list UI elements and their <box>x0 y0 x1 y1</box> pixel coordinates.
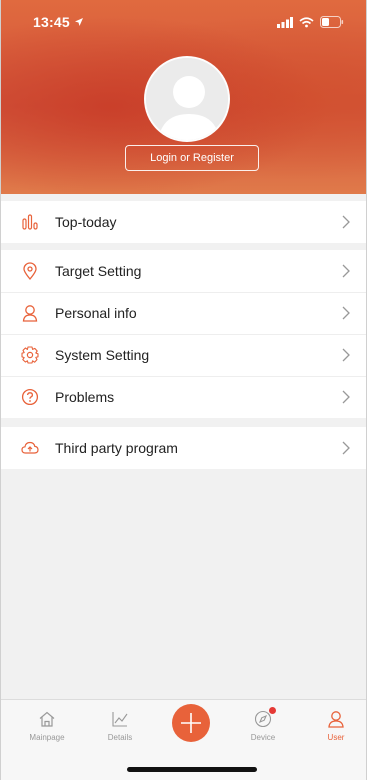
home-indicator <box>127 767 257 772</box>
tab-mainpage[interactable]: Mainpage <box>17 708 77 742</box>
cloud-upload-icon <box>21 439 39 457</box>
bar-chart-icon <box>21 213 39 231</box>
menu-item-label: Third party program <box>55 440 178 456</box>
menu-item-label: System Setting <box>55 347 150 363</box>
app-screen: 13:45 Login or Register Top-today Target… <box>0 0 367 780</box>
home-icon <box>17 708 77 730</box>
notification-badge <box>269 707 276 714</box>
menu-item-target-setting[interactable]: Target Setting <box>1 250 366 292</box>
tab-label: User <box>327 733 345 742</box>
menu-item-label: Personal info <box>55 305 137 321</box>
location-arrow-icon <box>74 18 83 26</box>
battery-icon <box>320 16 344 28</box>
tab-device[interactable]: Device <box>233 707 293 742</box>
status-time-group: 13:45 <box>33 14 84 30</box>
line-chart-icon <box>90 708 150 730</box>
login-register-button[interactable]: Login or Register <box>125 145 259 171</box>
location-pin-icon <box>21 262 39 280</box>
status-time: 13:45 <box>33 14 70 30</box>
tab-label: Device <box>250 733 276 742</box>
chevron-right-icon <box>342 215 350 229</box>
add-button[interactable] <box>172 704 210 742</box>
status-icons <box>277 16 344 28</box>
integrations-group: Third party program <box>1 427 366 469</box>
menu-item-personal-info[interactable]: Personal info <box>1 292 366 334</box>
tab-label: Details <box>107 733 133 742</box>
person-icon <box>21 304 39 322</box>
default-avatar-icon <box>145 58 228 140</box>
status-bar: 13:45 <box>1 0 366 44</box>
stats-group: Top-today <box>1 201 366 243</box>
plus-icon <box>181 713 201 733</box>
menu-item-system-setting[interactable]: System Setting <box>1 334 366 376</box>
chevron-right-icon <box>342 306 350 320</box>
avatar[interactable] <box>143 56 230 142</box>
gear-icon <box>21 346 39 364</box>
tab-label: Mainpage <box>29 733 65 742</box>
menu-item-label: Problems <box>55 389 115 405</box>
menu-item-label: Target Setting <box>55 263 142 279</box>
chevron-right-icon <box>342 390 350 404</box>
menu-item-third-party-program[interactable]: Third party program <box>1 427 366 469</box>
menu-item-problems[interactable]: Problems <box>1 376 366 418</box>
user-icon <box>306 708 366 730</box>
signal-icon <box>277 16 293 28</box>
compass-icon <box>233 707 293 730</box>
settings-group: Target Setting Personal info System Sett… <box>1 250 366 418</box>
tab-user[interactable]: User <box>306 708 366 742</box>
question-icon <box>21 388 39 406</box>
chevron-right-icon <box>342 441 350 455</box>
wifi-icon <box>299 16 314 27</box>
chevron-right-icon <box>342 264 350 278</box>
tab-details[interactable]: Details <box>90 708 150 742</box>
menu-item-top-today[interactable]: Top-today <box>1 201 366 243</box>
menu-item-label: Top-today <box>55 214 117 230</box>
profile-header: 13:45 Login or Register <box>1 0 366 194</box>
chevron-right-icon <box>342 348 350 362</box>
